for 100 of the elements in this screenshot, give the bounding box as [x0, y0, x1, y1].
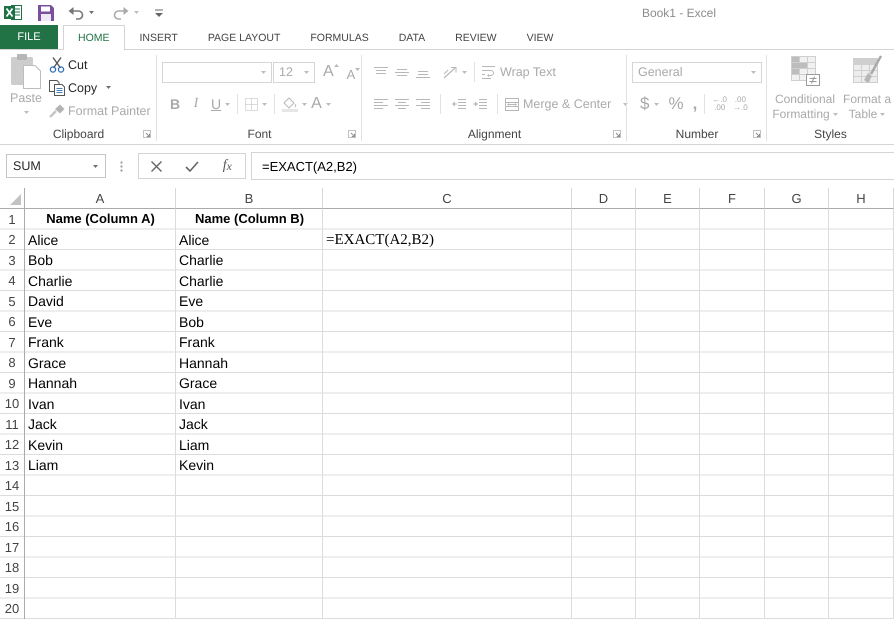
row-header[interactable]: 13: [0, 455, 25, 476]
caret-icon: [93, 164, 98, 168]
row-header[interactable]: 9: [0, 373, 25, 394]
row-header[interactable]: 14: [0, 476, 25, 496]
row-header[interactable]: 12: [0, 434, 25, 455]
redo-icon[interactable]: [113, 6, 129, 20]
spreadsheet-cell-text: David: [27, 292, 65, 311]
scissors-icon: [49, 56, 65, 72]
caret-up-icon: [334, 64, 339, 67]
window-title: Book1 - Excel: [642, 6, 716, 20]
caret-icon: [326, 102, 331, 106]
copy-button[interactable]: Copy: [49, 76, 151, 99]
dialog-launcher-icon[interactable]: [348, 130, 356, 138]
caret-icon: [106, 86, 112, 89]
formula-field[interactable]: =EXACT(A2,B2): [251, 152, 894, 180]
caret-icon: [24, 111, 28, 114]
spreadsheet-cell-text: Grace: [27, 354, 68, 372]
cut-button[interactable]: Cut: [49, 53, 151, 76]
save-icon[interactable]: [38, 4, 54, 20]
ribbon-tab[interactable]: INSERT: [124, 25, 193, 50]
row-header[interactable]: 8: [0, 352, 25, 373]
spreadsheet-logo-icon: [4, 4, 22, 21]
indent-right-icon: [472, 98, 486, 110]
group-label: Number: [676, 126, 718, 140]
ribbon-tab[interactable]: HOME: [63, 25, 124, 50]
caret-icon: [462, 70, 467, 74]
align-right-icon: [416, 98, 430, 110]
spreadsheet-cell-text: Bob: [178, 312, 205, 332]
spreadsheet-cell-text: Jack: [178, 415, 209, 434]
caret-icon: [225, 102, 230, 106]
table-brush-icon: [852, 55, 882, 86]
group-label: Alignment: [468, 126, 522, 140]
customize-menu-icon[interactable]: [155, 8, 163, 16]
spreadsheet-cell-text: Jack: [27, 415, 58, 434]
spreadsheet-cell-text: Charlie: [178, 272, 224, 290]
row-header[interactable]: 6: [0, 312, 25, 332]
cell-editor: =EXACT(A2,B2): [325, 230, 436, 250]
row-header[interactable]: 2: [0, 230, 25, 250]
column-title-cell-text: Name (Column A): [45, 210, 156, 228]
spreadsheet-cell-text: Liam: [178, 436, 210, 454]
row-header[interactable]: 1: [0, 209, 25, 230]
diagonal-arrow-icon: [443, 66, 458, 78]
paintbrush-icon: [49, 104, 65, 118]
dialog-launcher-icon[interactable]: [753, 130, 761, 138]
spreadsheet-cell-text: Ivan: [178, 394, 206, 414]
row-header[interactable]: 4: [0, 270, 25, 291]
row-header[interactable]: 17: [0, 537, 25, 558]
caret-icon: [261, 70, 266, 74]
group-label: Styles: [814, 126, 847, 140]
select-all-triangle-icon[interactable]: [10, 194, 21, 205]
spreadsheet-cell-text: Ivan: [27, 394, 56, 414]
row-header[interactable]: 3: [0, 250, 25, 270]
row-header[interactable]: 19: [0, 578, 25, 598]
ribbon-tab[interactable]: DATA: [384, 25, 440, 50]
caret-icon: [654, 102, 660, 106]
spreadsheet-cell-text: Frank: [178, 333, 216, 352]
spreadsheet-cell-text: Charlie: [178, 251, 224, 270]
ribbon-tab[interactable]: VIEW: [512, 25, 568, 50]
copy-icon: [49, 80, 65, 96]
caret-icon: [302, 102, 308, 106]
row-header[interactable]: 20: [0, 598, 25, 619]
spreadsheet-cell-text: Charlie: [27, 272, 74, 290]
merge-cells-icon: [505, 98, 519, 110]
spreadsheet-cell-text: Liam: [27, 456, 60, 475]
row-header[interactable]: 7: [0, 332, 25, 352]
ribbon-tab[interactable]: PAGE LAYOUT: [192, 25, 296, 50]
caret-icon: [304, 70, 309, 74]
row-header[interactable]: 5: [0, 291, 25, 312]
align-middle-icon: [394, 66, 408, 78]
dialog-launcher-icon[interactable]: [613, 130, 621, 138]
spreadsheet-cell-text: Eve: [27, 312, 54, 332]
row-header[interactable]: 11: [0, 414, 25, 434]
file-tab[interactable]: FILE: [0, 25, 58, 49]
ribbon-tab[interactable]: FORMULAS: [295, 25, 384, 50]
clipboard-icon: [10, 53, 42, 89]
group-label: Font: [247, 126, 272, 140]
group-label: Clipboard: [52, 126, 104, 140]
dialog-launcher-icon[interactable]: [143, 130, 151, 138]
column-title-cell-text: Name (Column B): [194, 210, 306, 228]
caret-icon: [134, 11, 139, 14]
caret-icon: [751, 70, 756, 74]
align-left-icon: [374, 98, 388, 110]
paint-bucket-icon: [282, 96, 298, 112]
wrap-text-icon: [482, 66, 496, 78]
row-header[interactable]: 15: [0, 496, 25, 516]
name-box[interactable]: SUM: [6, 154, 106, 178]
spreadsheet-cell-text: Eve: [178, 292, 204, 311]
undo-icon[interactable]: [68, 6, 84, 20]
row-header[interactable]: 16: [0, 516, 25, 537]
vertical-dots-icon: [120, 160, 123, 172]
highlighted-grid-icon: [790, 55, 820, 86]
caret-icon: [89, 11, 94, 14]
caret-icon: [832, 113, 838, 116]
row-header[interactable]: 18: [0, 558, 25, 578]
dotted-grid-icon: [245, 98, 258, 110]
row-header[interactable]: 10: [0, 394, 25, 414]
caret-icon: [880, 113, 886, 116]
check-icon: [184, 160, 199, 172]
ribbon-tab[interactable]: REVIEW: [440, 25, 512, 50]
spreadsheet-cell-text: Alice: [27, 230, 60, 250]
